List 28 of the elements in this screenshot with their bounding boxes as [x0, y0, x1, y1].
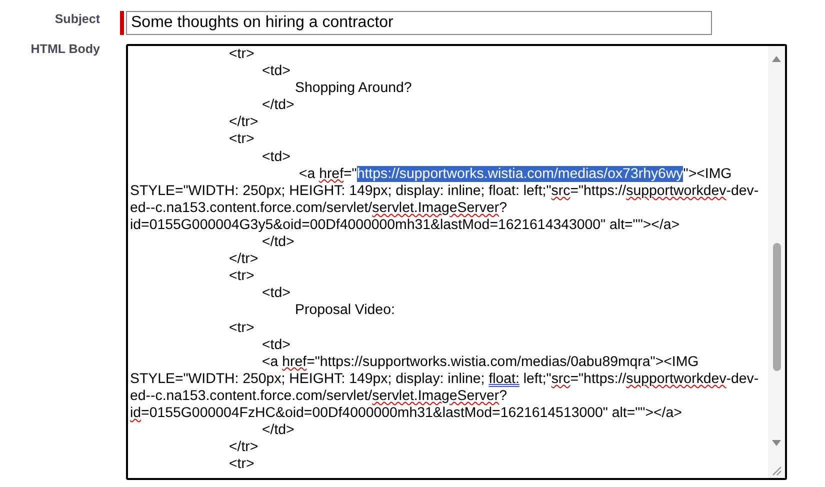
- resize-grip-icon[interactable]: [772, 466, 782, 476]
- code-line: <a href="https://supportworks.wistia.com/medias/ox73rhy6wy"><IMG STYLE="WIDTH: 250px; HEIGHT: 149px; display: inline; float: left;"src="https://supportworkdev-dev-ed--c.na153.content.force.com/servlet/servlet.ImageServer?id=0155G000004G3y5&oid=00Df4000000mh31&lastMod=1621614343000" alt=""></a>: [130, 166, 760, 234]
- code-line: </td>: [261, 97, 296, 114]
- code-line: <tr>: [228, 46, 256, 64]
- code-line: <td>: [261, 285, 292, 302]
- code-line: <tr>: [228, 131, 256, 149]
- code-line: </td>: [261, 422, 296, 440]
- code-line: <tr>: [228, 268, 256, 286]
- code-line: <td>: [261, 148, 292, 166]
- code-line: <td>: [261, 336, 292, 354]
- subject-field[interactable]: Some thoughts on hiring a contractor: [126, 11, 712, 35]
- code-line: <tr>: [228, 320, 256, 337]
- code-line: Proposal Video:: [294, 302, 396, 320]
- field-label: Subject: [54, 11, 100, 28]
- code-line: </td>: [261, 234, 296, 252]
- scrollbar-thumb[interactable]: [772, 243, 780, 371]
- code-line: <tr>: [228, 456, 256, 474]
- code-line: <td>: [261, 63, 292, 80]
- field-label: HTML Body: [30, 41, 100, 58]
- code-line: </tr>: [228, 251, 260, 268]
- code-line: <a href="https://supportworks.wistia.com/medias/0abu89mqra"><IMG STYLE="WIDTH: 250px; HEIGHT: 149px; display: inline; float: left;"src="https://supportworkdev-dev-ed--c.na153.content.force.com/servlet/servlet.ImageServer? id=0155G000004FzHC&oid=00Df4000000mh31&lastMod=1621614513000" alt=""></a>: [130, 354, 760, 422]
- scroll-up-icon[interactable]: [772, 56, 781, 62]
- html-body-field[interactable]: [126, 44, 787, 480]
- code-line: </tr>: [228, 439, 260, 456]
- code-line: </tr>: [228, 114, 260, 132]
- scroll-down-icon[interactable]: [772, 440, 781, 446]
- scrollbar[interactable]: [768, 46, 785, 478]
- code-line: Shopping Around?: [294, 80, 413, 98]
